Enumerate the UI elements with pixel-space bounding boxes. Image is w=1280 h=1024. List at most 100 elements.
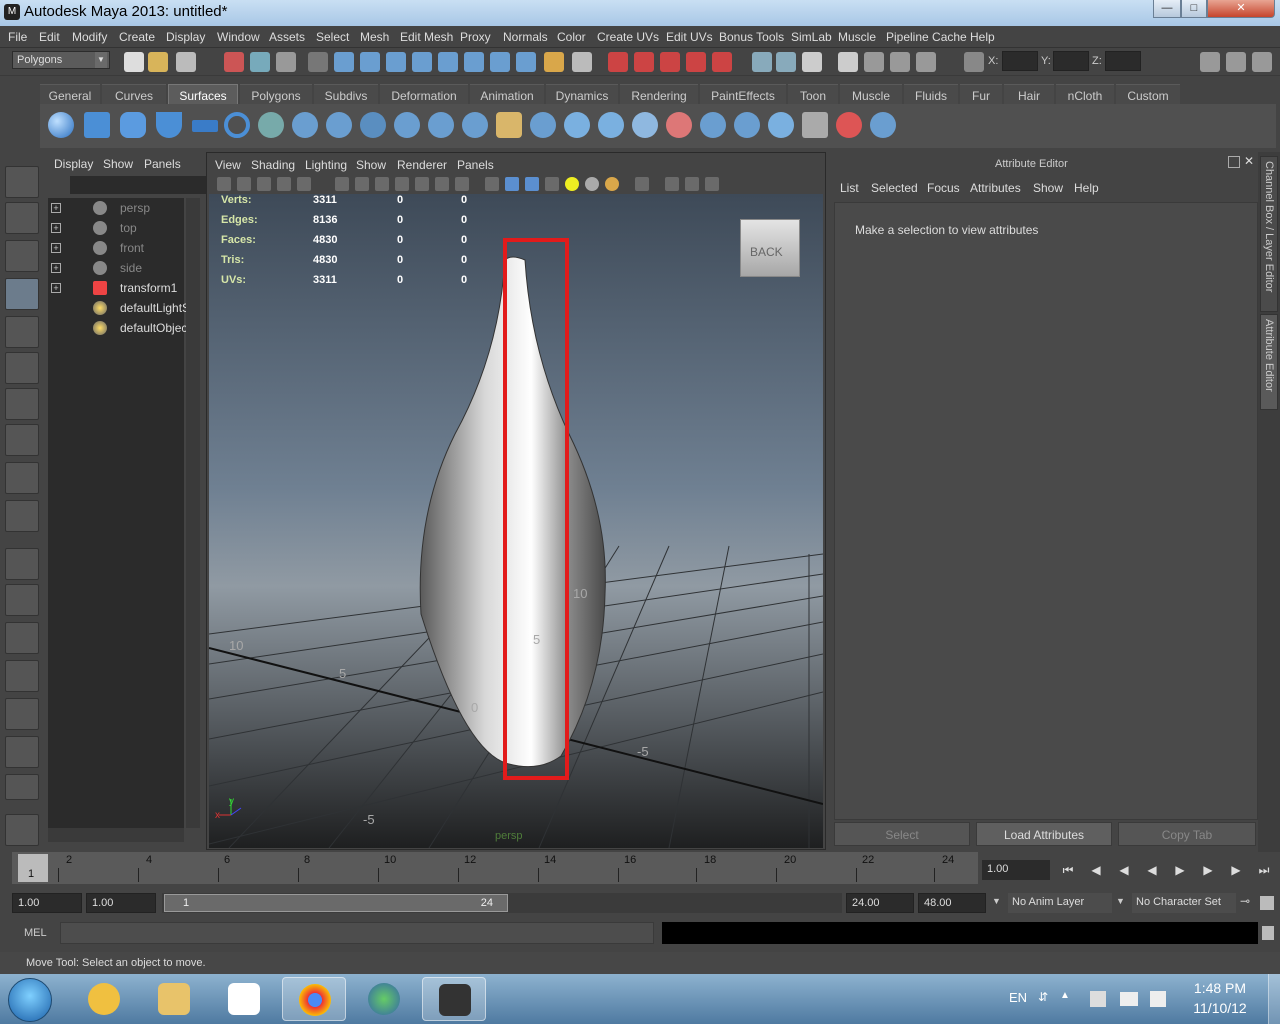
trim-icon[interactable] — [598, 112, 624, 138]
character-set-dropdown[interactable]: No Character Set — [1132, 893, 1236, 913]
y-input[interactable] — [1053, 51, 1089, 71]
outliner-item-persp[interactable]: + persp — [48, 198, 184, 218]
tab-attribute-editor[interactable]: Attribute Editor — [1260, 314, 1278, 410]
menu-create[interactable]: Create — [119, 30, 155, 44]
step-forward-frame-icon[interactable]: ▶ — [1198, 862, 1218, 878]
viewport-menu-show[interactable]: Show — [356, 158, 386, 172]
network-icon[interactable] — [1120, 992, 1138, 1006]
share-icon[interactable] — [705, 177, 719, 191]
layout-graph-editor-icon[interactable] — [5, 736, 39, 768]
last-tool-icon[interactable] — [5, 500, 39, 532]
copy-tab-button[interactable]: Copy Tab — [1118, 822, 1256, 846]
menu-file[interactable]: File — [8, 30, 27, 44]
xray-icon[interactable] — [395, 177, 409, 191]
tool-settings-icon[interactable] — [1226, 52, 1246, 72]
camera-attributes-icon[interactable] — [237, 177, 251, 191]
nurbs-cylinder-icon[interactable] — [120, 112, 146, 138]
command-input[interactable] — [60, 922, 654, 944]
volume-muted-icon[interactable] — [1150, 991, 1166, 1007]
ipr-render-icon[interactable] — [890, 52, 910, 72]
mask-deformers-icon[interactable] — [438, 52, 458, 72]
snap-view-plane-icon[interactable] — [686, 52, 706, 72]
outliner-item-front[interactable]: + front — [48, 238, 184, 258]
nurbs-sphere-icon[interactable] — [48, 112, 74, 138]
play-forwards-icon[interactable]: ▶ — [1170, 862, 1190, 878]
lights-icon[interactable] — [435, 177, 449, 191]
shelf-tab-muscle[interactable]: Muscle — [840, 84, 902, 104]
animation-end-field[interactable]: 48.00 — [918, 893, 986, 913]
viewport-menu-panels[interactable]: Panels — [457, 158, 494, 172]
bevel-icon[interactable] — [496, 112, 522, 138]
menu-window[interactable]: Window — [217, 30, 260, 44]
highlight-selection-icon[interactable] — [572, 52, 592, 72]
viewport-menu-view[interactable]: View — [215, 158, 241, 172]
wireframe-on-shaded-icon[interactable] — [375, 177, 389, 191]
shelf-tab-rendering[interactable]: Rendering — [620, 84, 698, 104]
taskbar-app-uni[interactable] — [212, 977, 276, 1021]
chevron-down-icon[interactable]: ▼ — [992, 896, 1001, 906]
expand-icon[interactable]: + — [51, 283, 61, 293]
close-button[interactable]: ✕ — [1207, 0, 1275, 18]
shelf-tab-dynamics[interactable]: Dynamics — [546, 84, 618, 104]
script-editor-icon[interactable] — [1262, 926, 1274, 940]
close-panel-icon[interactable]: ✕ — [1244, 154, 1254, 168]
scale-tool-icon[interactable] — [5, 352, 39, 384]
animation-preferences-icon[interactable] — [1260, 896, 1274, 910]
menu-edit-mesh[interactable]: Edit Mesh — [400, 30, 453, 44]
checker-icon[interactable] — [545, 177, 559, 191]
viewport-scene[interactable]: Verts: Edges: Faces: Tris: UVs: 3311 813… — [209, 194, 823, 848]
render-frame-icon[interactable] — [864, 52, 884, 72]
construction-history-icon[interactable] — [802, 52, 822, 72]
outliner-horizontal-scrollbar[interactable] — [48, 828, 184, 842]
chevron-down-icon[interactable]: ▼ — [1116, 896, 1125, 906]
tab-channel-box[interactable]: Channel Box / Layer Editor — [1260, 156, 1278, 312]
time-ruler[interactable]: 2 4 6 8 10 12 14 16 18 20 22 24 1 — [12, 852, 978, 884]
menu-modify[interactable]: Modify — [72, 30, 107, 44]
viewport-menu-lighting[interactable]: Lighting — [305, 158, 347, 172]
text-icon[interactable] — [455, 177, 469, 191]
isolate-select-icon[interactable] — [485, 177, 499, 191]
command-language-label[interactable]: MEL — [24, 927, 47, 939]
outliner-item-side[interactable]: + side — [48, 258, 184, 278]
mask-dynamics-icon[interactable] — [464, 52, 484, 72]
maya-logo-icon[interactable] — [5, 814, 39, 846]
textured-icon[interactable] — [415, 177, 429, 191]
taskbar-app-maya[interactable] — [422, 977, 486, 1021]
expand-icon[interactable]: + — [51, 243, 61, 253]
save-scene-icon[interactable] — [176, 52, 196, 72]
menu-assets[interactable]: Assets — [269, 30, 305, 44]
shelf-tab-painteffects[interactable]: PaintEffects — [700, 84, 786, 104]
menu-muscle[interactable]: Muscle — [838, 30, 876, 44]
viewport-menu-shading[interactable]: Shading — [251, 158, 295, 172]
rebuild-icon[interactable] — [802, 112, 828, 138]
sculpt-icon[interactable] — [836, 112, 862, 138]
start-button[interactable] — [8, 978, 52, 1022]
universal-manipulator-icon[interactable] — [5, 388, 39, 420]
layout-outliner-icon[interactable] — [5, 622, 39, 654]
go-to-start-icon[interactable]: ⏮ — [1058, 862, 1078, 878]
expand-icon[interactable]: + — [51, 263, 61, 273]
input-ops-icon[interactable] — [752, 52, 772, 72]
default-light-icon[interactable] — [565, 177, 579, 191]
extrude-icon[interactable] — [360, 112, 386, 138]
shelf-tab-general[interactable]: General — [40, 84, 100, 104]
shelf-tab-subdivs[interactable]: Subdivs — [314, 84, 378, 104]
lock-selection-icon[interactable] — [544, 52, 564, 72]
anim-layer-dropdown[interactable]: No Anim Layer — [1008, 893, 1112, 913]
wireframe-icon[interactable] — [335, 177, 349, 191]
nurbs-torus-icon[interactable] — [224, 112, 250, 138]
layout-two-panes-icon[interactable] — [5, 584, 39, 616]
shelf-tab-polygons[interactable]: Polygons — [240, 84, 312, 104]
move-tool-icon[interactable] — [5, 278, 39, 310]
select-object-icon[interactable] — [250, 52, 270, 72]
ae-menu-focus[interactable]: Focus — [927, 181, 960, 195]
mask-misc-icon[interactable] — [516, 52, 536, 72]
insert-isoparm-icon[interactable] — [870, 112, 896, 138]
shelf-tab-custom[interactable]: Custom — [1116, 84, 1180, 104]
shelf-tab-curves[interactable]: Curves — [102, 84, 166, 104]
outliner-menu-show[interactable]: Show — [103, 157, 133, 171]
menu-edit-uvs[interactable]: Edit UVs — [666, 30, 713, 44]
taskbar-app-explorer[interactable] — [142, 977, 206, 1021]
menu-help[interactable]: Help — [970, 30, 995, 44]
range-slider-track[interactable]: 1 24 — [162, 893, 842, 913]
